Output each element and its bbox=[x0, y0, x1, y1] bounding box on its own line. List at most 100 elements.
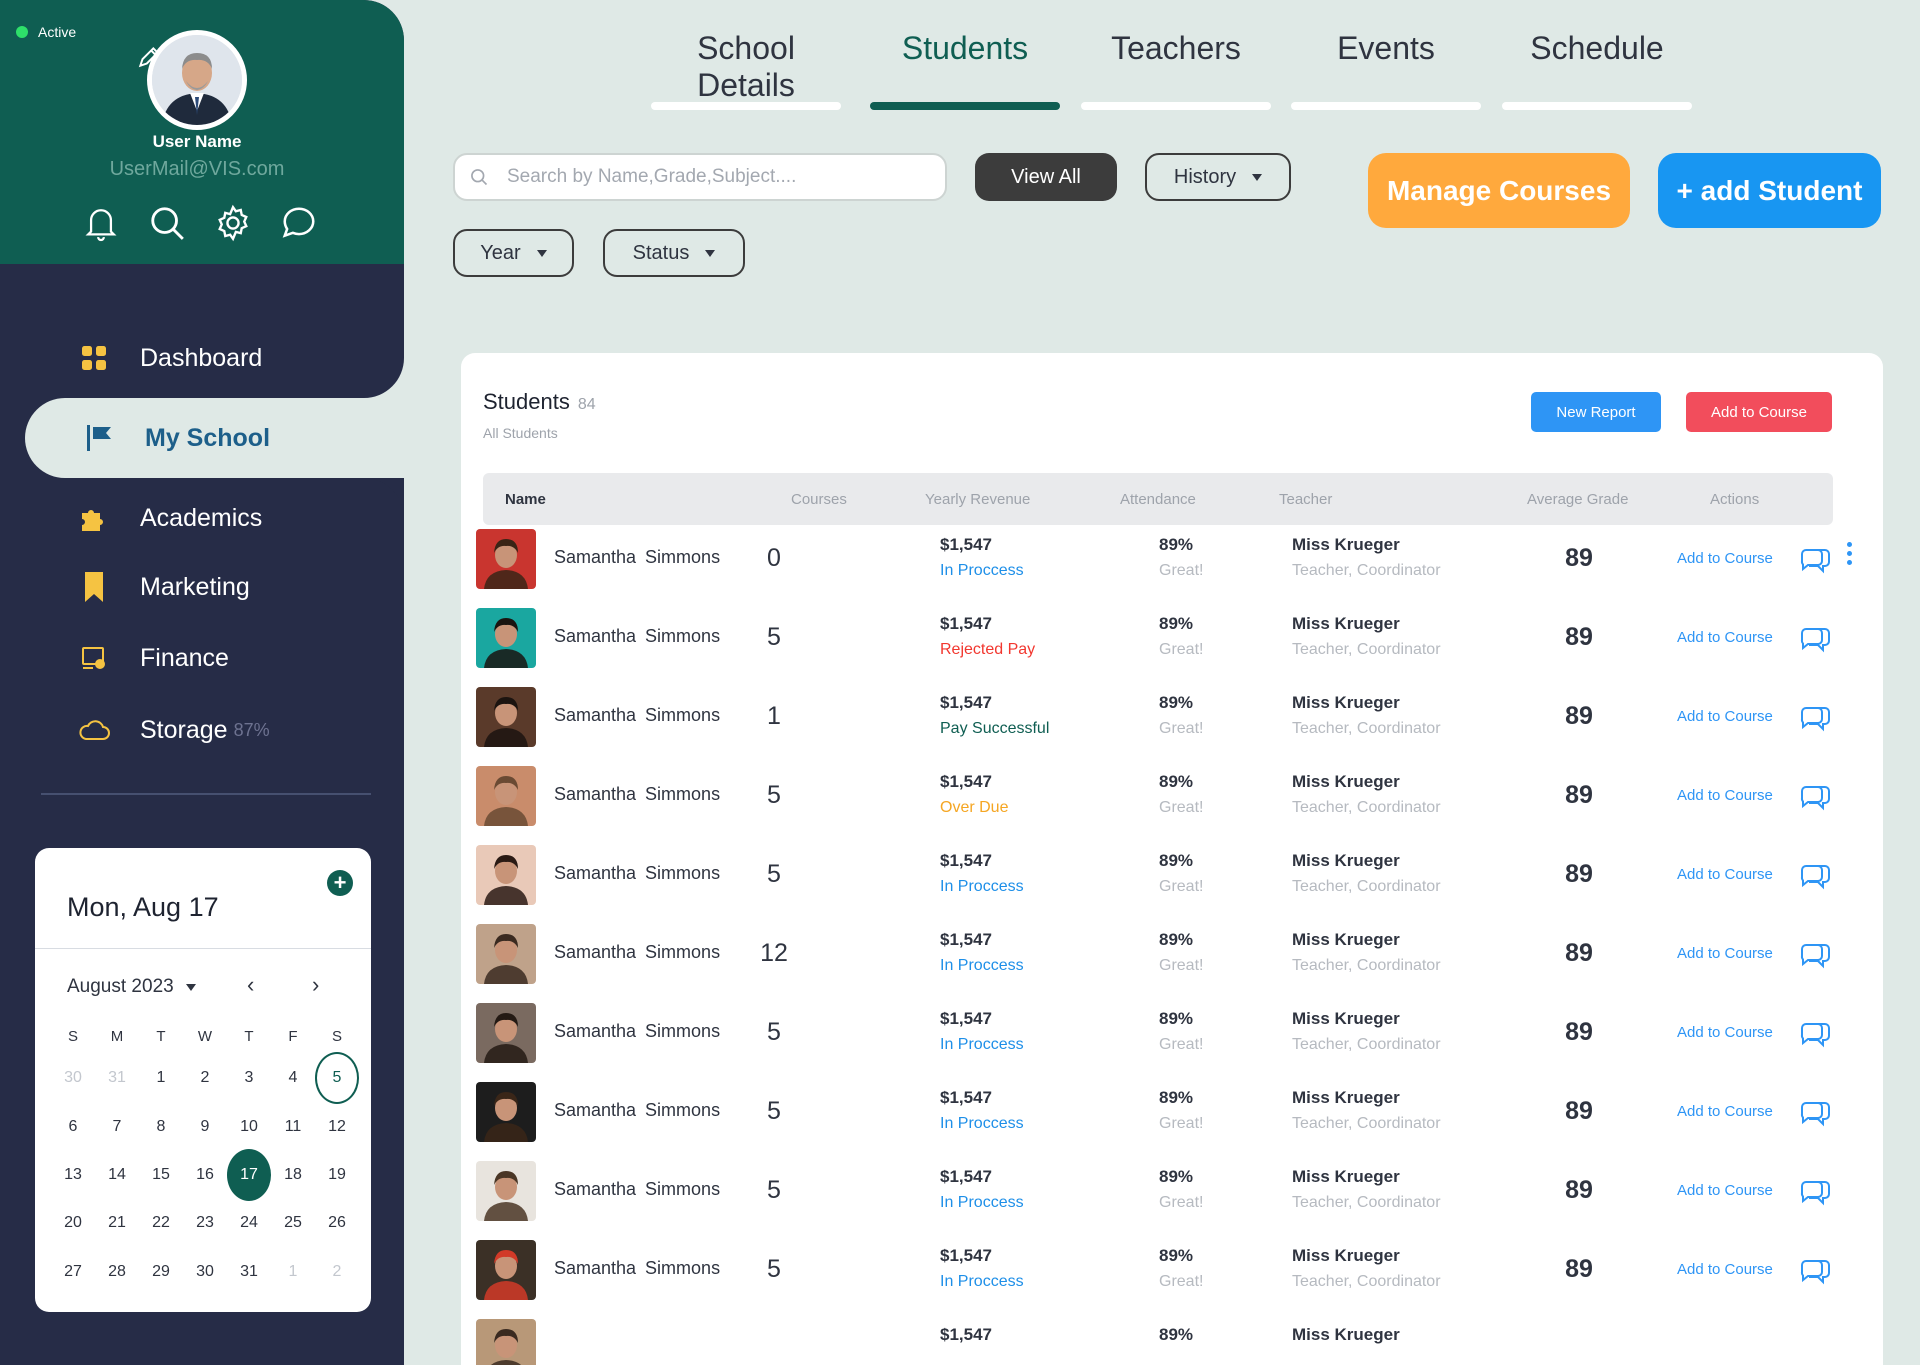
add-to-course-link[interactable]: Add to Course bbox=[1677, 1182, 1773, 1199]
student-avatar[interactable] bbox=[476, 1082, 536, 1142]
calendar-day[interactable]: 4 bbox=[271, 1054, 315, 1102]
table-row[interactable]: Samantha Simmons 5 $1,547 In Proccess 89% Gre… bbox=[461, 1231, 1883, 1310]
calendar-day[interactable]: 14 bbox=[95, 1151, 139, 1199]
calendar-day[interactable]: 1 bbox=[271, 1248, 315, 1296]
history-dropdown[interactable]: History bbox=[1145, 153, 1291, 201]
add-to-course-link[interactable]: Add to Course bbox=[1677, 1103, 1773, 1120]
student-name[interactable]: Samantha Simmons bbox=[554, 1258, 720, 1279]
chat-icon[interactable] bbox=[280, 204, 318, 242]
student-avatar[interactable] bbox=[476, 766, 536, 826]
tab-students[interactable]: Students bbox=[870, 30, 1060, 110]
calendar-day[interactable]: 19 bbox=[315, 1151, 359, 1199]
calendar-day[interactable]: 11 bbox=[271, 1102, 315, 1150]
add-to-course-link[interactable]: Add to Course bbox=[1677, 708, 1773, 725]
add-to-course-link[interactable]: Add to Course bbox=[1677, 550, 1773, 567]
sidebar-item-dashboard[interactable]: Dashboard bbox=[0, 326, 404, 390]
student-name[interactable]: Samantha Simmons bbox=[554, 547, 720, 568]
calendar-day[interactable]: 28 bbox=[95, 1248, 139, 1296]
student-name[interactable]: Samantha Simmons bbox=[554, 784, 720, 805]
calendar-day[interactable]: 24 bbox=[227, 1199, 271, 1247]
new-report-button[interactable]: New Report bbox=[1531, 392, 1661, 432]
sidebar-item-storage[interactable]: Storage 87% bbox=[0, 698, 404, 762]
student-name[interactable]: Samantha Simmons bbox=[554, 1100, 720, 1121]
student-name[interactable]: Samantha Simmons bbox=[554, 705, 720, 726]
tab-schedule[interactable]: Schedule bbox=[1502, 30, 1692, 110]
calendar-day[interactable]: 31 bbox=[95, 1054, 139, 1102]
month-selector[interactable]: August 2023 bbox=[67, 976, 196, 998]
more-options-icon[interactable] bbox=[1847, 542, 1852, 565]
add-event-icon[interactable]: + bbox=[327, 870, 353, 896]
calendar-day[interactable]: 20 bbox=[51, 1199, 95, 1247]
calendar-day[interactable]: 12 bbox=[315, 1102, 359, 1150]
message-icon[interactable] bbox=[1799, 1255, 1831, 1290]
message-icon[interactable] bbox=[1799, 623, 1831, 658]
message-icon[interactable] bbox=[1799, 1018, 1831, 1053]
student-name[interactable]: Samantha Simmons bbox=[554, 1021, 720, 1042]
add-to-course-link[interactable]: Add to Course bbox=[1677, 787, 1773, 804]
tab-school-details[interactable]: School Details bbox=[651, 30, 841, 110]
calendar-day[interactable]: 29 bbox=[139, 1248, 183, 1296]
student-name[interactable]: Samantha Simmons bbox=[554, 626, 720, 647]
year-dropdown[interactable]: Year bbox=[453, 229, 574, 277]
student-avatar[interactable] bbox=[476, 924, 536, 984]
student-avatar[interactable] bbox=[476, 845, 536, 905]
calendar-day[interactable]: 13 bbox=[51, 1151, 95, 1199]
calendar-day[interactable]: 3 bbox=[227, 1054, 271, 1102]
column-header-revenue[interactable]: Yearly Revenue bbox=[925, 491, 1030, 508]
student-avatar[interactable] bbox=[476, 1161, 536, 1221]
table-row[interactable]: Samantha Simmons 12 $1,547 In Proccess 89% Gr… bbox=[461, 915, 1883, 994]
message-icon[interactable] bbox=[1799, 860, 1831, 895]
avatar[interactable] bbox=[147, 30, 247, 130]
column-header-teacher[interactable]: Teacher bbox=[1279, 491, 1332, 508]
add-to-course-link[interactable]: Add to Course bbox=[1677, 629, 1773, 646]
gear-icon[interactable] bbox=[214, 204, 252, 242]
table-row[interactable]: Samantha Simmons 5 $1,547 Rejected Pay 89% Gr… bbox=[461, 599, 1883, 678]
search-icon[interactable] bbox=[148, 204, 186, 242]
calendar-day[interactable]: 2 bbox=[315, 1248, 359, 1296]
calendar-day-today[interactable]: 5 bbox=[315, 1052, 359, 1105]
sidebar-item-academics[interactable]: Academics bbox=[0, 486, 404, 550]
calendar-day[interactable]: 25 bbox=[271, 1199, 315, 1247]
message-icon[interactable] bbox=[1799, 1176, 1831, 1211]
calendar-day[interactable]: 26 bbox=[315, 1199, 359, 1247]
calendar-day[interactable]: 15 bbox=[139, 1151, 183, 1199]
chevron-right-icon[interactable]: › bbox=[312, 972, 319, 998]
calendar-day-selected[interactable]: 17 bbox=[227, 1148, 271, 1201]
calendar-day[interactable]: 21 bbox=[95, 1199, 139, 1247]
table-row[interactable]: Samantha Simmons 5 $1,547 In Proccess 89% Gre… bbox=[461, 994, 1883, 1073]
calendar-day[interactable]: 22 bbox=[139, 1199, 183, 1247]
calendar-day[interactable]: 27 bbox=[51, 1248, 95, 1296]
calendar-day[interactable]: 16 bbox=[183, 1151, 227, 1199]
view-all-button[interactable]: View All bbox=[975, 153, 1117, 201]
table-row[interactable]: Samantha Simmons 5 $1,547 In Proccess 89% Gre… bbox=[461, 836, 1883, 915]
student-name[interactable]: Samantha Simmons bbox=[554, 1179, 720, 1200]
column-header-attendance[interactable]: Attendance bbox=[1120, 491, 1196, 508]
search-input[interactable] bbox=[507, 166, 907, 188]
status-dropdown[interactable]: Status bbox=[603, 229, 745, 277]
sidebar-item-finance[interactable]: Finance bbox=[0, 626, 404, 690]
message-icon[interactable] bbox=[1799, 702, 1831, 737]
message-icon[interactable] bbox=[1799, 939, 1831, 974]
column-header-name[interactable]: Name bbox=[505, 491, 546, 508]
calendar-day[interactable]: 30 bbox=[183, 1248, 227, 1296]
calendar-day[interactable]: 8 bbox=[139, 1102, 183, 1150]
student-avatar[interactable] bbox=[476, 1240, 536, 1300]
table-row[interactable]: $1,547 89% Miss Krueger bbox=[461, 1310, 1883, 1365]
calendar-day[interactable]: 23 bbox=[183, 1199, 227, 1247]
message-icon[interactable] bbox=[1799, 1097, 1831, 1132]
calendar-day[interactable]: 31 bbox=[227, 1248, 271, 1296]
calendar-day[interactable]: 9 bbox=[183, 1102, 227, 1150]
table-row[interactable]: Samantha Simmons 0 $1,547 In Proccess 89% Gre… bbox=[461, 520, 1883, 599]
chevron-left-icon[interactable]: ‹ bbox=[247, 972, 254, 998]
calendar-day[interactable]: 6 bbox=[51, 1102, 95, 1150]
add-to-course-link[interactable]: Add to Course bbox=[1677, 1024, 1773, 1041]
add-student-button[interactable]: + add Student bbox=[1658, 153, 1881, 228]
bell-icon[interactable] bbox=[82, 204, 120, 242]
student-name[interactable]: Samantha Simmons bbox=[554, 863, 720, 884]
add-to-course-button[interactable]: Add to Course bbox=[1686, 392, 1832, 432]
message-icon[interactable] bbox=[1799, 544, 1831, 579]
column-header-courses[interactable]: Courses bbox=[791, 491, 847, 508]
table-row[interactable]: Samantha Simmons 1 $1,547 Pay Successful 89%… bbox=[461, 678, 1883, 757]
sidebar-item-my-school[interactable]: My School bbox=[25, 398, 404, 478]
student-avatar[interactable] bbox=[476, 1003, 536, 1063]
